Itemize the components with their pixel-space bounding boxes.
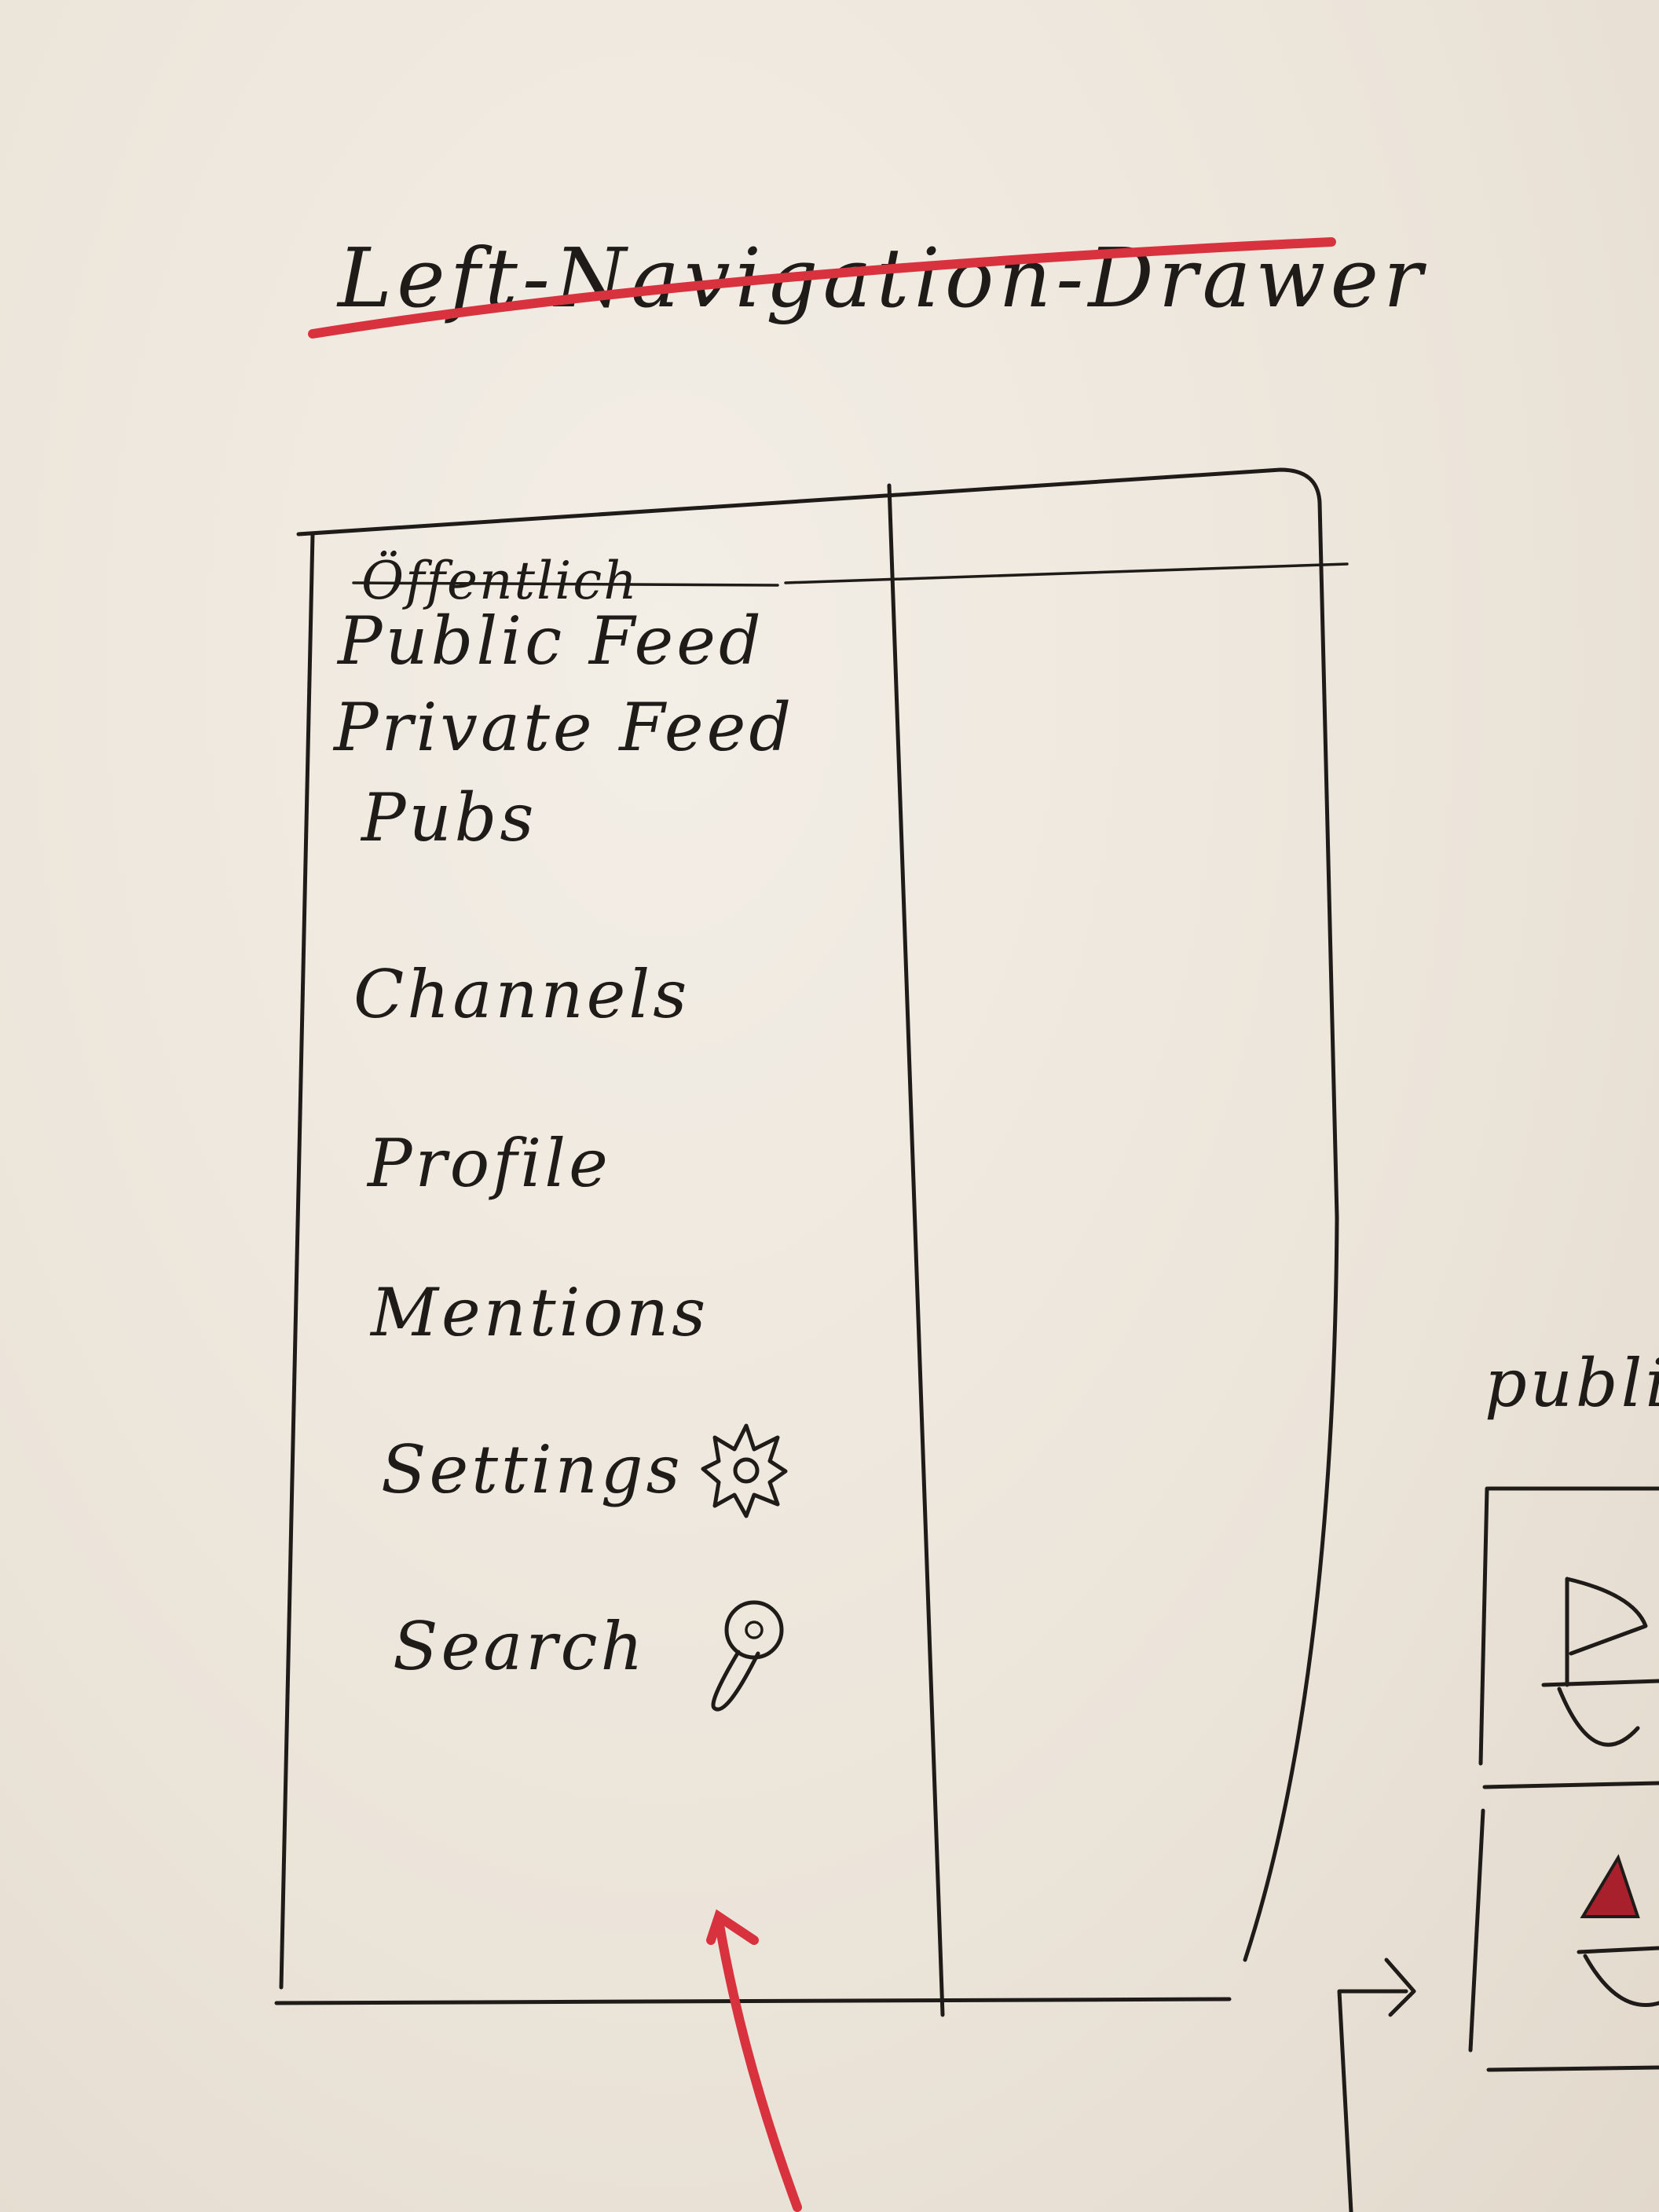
nav-item-channels[interactable]: Channels [353, 956, 690, 1033]
nav-item-settings[interactable]: Settings [381, 1431, 683, 1508]
navigation-drawer: Öffentlich Public Feed Private Feed Pubs… [332, 551, 794, 1712]
search-icon [711, 1600, 784, 1712]
play-icon [1541, 1577, 1659, 1747]
side-sketch-label: publi [1485, 1345, 1659, 1422]
pointer-arrow [706, 1909, 802, 2212]
nav-item-settings-row[interactable]: Settings [381, 1423, 788, 1518]
nav-item-pubs[interactable]: Pubs [360, 779, 537, 856]
red-flag-icon [1577, 1854, 1659, 2007]
nav-item-mentions[interactable]: Mentions [369, 1274, 709, 1351]
nav-item-search-row[interactable]: Search [393, 1600, 784, 1712]
side-sketch: publi [1337, 1345, 1659, 2212]
drawer-divider [887, 483, 945, 2017]
sketch-canvas: Left-Navigation-Drawer Öffentlich Public… [274, 230, 1659, 2212]
gear-icon [701, 1423, 788, 1518]
nav-item-public-feed[interactable]: Public Feed [336, 602, 764, 679]
header-line [784, 562, 1349, 584]
nav-item-private-feed[interactable]: Private Feed [332, 689, 794, 766]
connector-arrow [1337, 1957, 1416, 2212]
nav-item-profile[interactable]: Profile [366, 1125, 611, 1202]
nav-item-search[interactable]: Search [393, 1608, 646, 1685]
